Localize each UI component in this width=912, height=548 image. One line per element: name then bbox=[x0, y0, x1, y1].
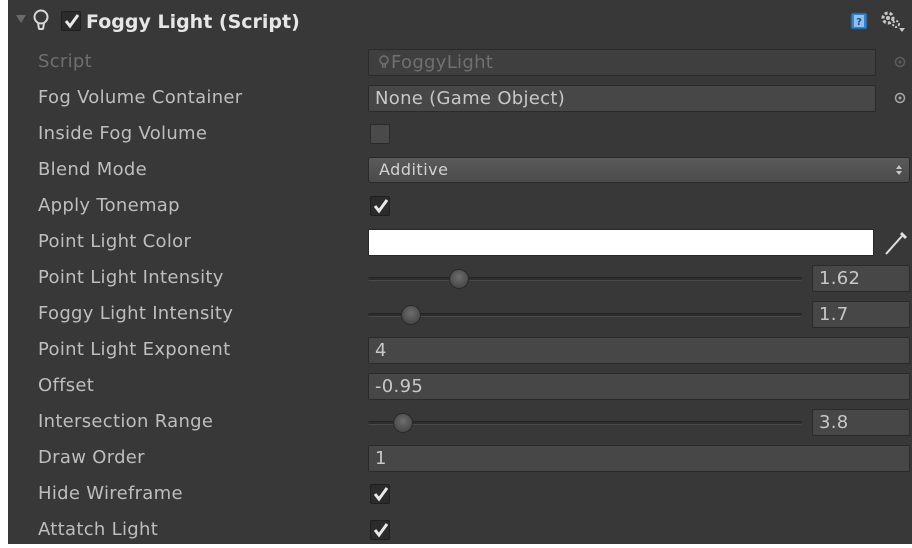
attatch-light-checkbox[interactable] bbox=[370, 520, 390, 540]
blend-mode-value: Additive bbox=[379, 160, 449, 179]
apply-tonemap-checkbox[interactable] bbox=[370, 196, 390, 216]
point-light-intensity-label: Point Light Intensity bbox=[38, 267, 224, 288]
inside-fog-volume-label: Inside Fog Volume bbox=[38, 123, 208, 144]
gear-menu-icon[interactable] bbox=[879, 9, 905, 33]
row-fog-volume-container: Fog Volume Container None (Game Object) bbox=[8, 80, 912, 116]
eyedropper-icon[interactable] bbox=[882, 230, 908, 256]
row-foggy-light-intensity: Foggy Light Intensity 1.7 bbox=[8, 296, 912, 332]
script-field: FoggyLight bbox=[368, 49, 876, 76]
row-inside-fog-volume: Inside Fog Volume bbox=[8, 116, 912, 152]
draw-order-field[interactable]: 1 bbox=[368, 445, 910, 472]
hide-wireframe-checkbox[interactable] bbox=[370, 484, 390, 504]
point-light-intensity-value[interactable]: 1.62 bbox=[812, 265, 910, 292]
triangle-down-icon[interactable] bbox=[16, 14, 26, 24]
point-light-color-label: Point Light Color bbox=[38, 231, 192, 252]
foggy-light-intensity-value[interactable]: 1.7 bbox=[812, 301, 910, 328]
fog-volume-container-label: Fog Volume Container bbox=[38, 87, 243, 108]
script-bulb-icon bbox=[379, 55, 389, 69]
row-point-light-color: Point Light Color bbox=[8, 224, 912, 260]
svg-text:?: ? bbox=[856, 17, 862, 28]
offset-field[interactable]: -0.95 bbox=[368, 373, 910, 400]
fog-volume-container-field[interactable]: None (Game Object) bbox=[368, 85, 876, 112]
row-script: Script FoggyLight bbox=[8, 44, 912, 80]
checkmark-icon bbox=[373, 487, 389, 502]
offset-label: Offset bbox=[38, 375, 95, 396]
checkmark-icon bbox=[64, 14, 80, 29]
inspector-panel: Foggy Light (Script) ? Script FoggyLight bbox=[8, 0, 912, 544]
intersection-range-slider-thumb[interactable] bbox=[392, 413, 413, 433]
blend-mode-label: Blend Mode bbox=[38, 159, 148, 180]
foggy-light-intensity-slider-thumb[interactable] bbox=[401, 305, 422, 325]
point-light-exponent-field[interactable]: 4 bbox=[368, 337, 910, 364]
draw-order-label: Draw Order bbox=[38, 447, 145, 468]
attatch-light-label: Attatch Light bbox=[38, 519, 159, 540]
intersection-range-slider-track[interactable] bbox=[368, 421, 802, 425]
row-intersection-range: Intersection Range 3.8 bbox=[8, 404, 912, 440]
help-book-icon[interactable]: ? bbox=[850, 12, 868, 30]
foggy-light-intensity-label: Foggy Light Intensity bbox=[38, 303, 234, 324]
row-offset: Offset -0.95 bbox=[8, 368, 912, 404]
blend-mode-dropdown[interactable]: Additive bbox=[368, 157, 910, 183]
checkmark-icon bbox=[373, 523, 389, 538]
row-attatch-light: Attatch Light bbox=[8, 512, 912, 548]
point-light-intensity-slider-thumb[interactable] bbox=[449, 269, 470, 289]
dropdown-arrows-icon bbox=[896, 165, 902, 175]
component-header[interactable]: Foggy Light (Script) ? bbox=[8, 0, 912, 44]
row-point-light-exponent: Point Light Exponent 4 bbox=[8, 332, 912, 368]
apply-tonemap-label: Apply Tonemap bbox=[38, 195, 180, 216]
script-label: Script bbox=[38, 51, 93, 72]
row-apply-tonemap: Apply Tonemap bbox=[8, 188, 912, 224]
row-draw-order: Draw Order 1 bbox=[8, 440, 912, 476]
component-title: Foggy Light (Script) bbox=[86, 11, 300, 33]
checkmark-icon bbox=[373, 199, 389, 214]
intersection-range-value[interactable]: 3.8 bbox=[812, 409, 910, 436]
point-light-color-field[interactable] bbox=[368, 229, 874, 256]
point-light-intensity-slider-track[interactable] bbox=[368, 277, 802, 281]
point-light-exponent-label: Point Light Exponent bbox=[38, 339, 231, 360]
object-picker-icon[interactable] bbox=[894, 92, 906, 104]
hide-wireframe-label: Hide Wireframe bbox=[38, 483, 183, 504]
row-hide-wireframe: Hide Wireframe bbox=[8, 476, 912, 512]
script-value: FoggyLight bbox=[391, 52, 494, 73]
component-enabled-checkbox[interactable] bbox=[61, 11, 81, 31]
row-blend-mode: Blend Mode Additive bbox=[8, 152, 912, 188]
foggy-light-intensity-slider-track[interactable] bbox=[368, 313, 802, 317]
intersection-range-label: Intersection Range bbox=[38, 411, 214, 432]
light-bulb-icon bbox=[33, 9, 49, 30]
inside-fog-volume-checkbox[interactable] bbox=[370, 124, 390, 144]
object-picker-icon bbox=[894, 56, 906, 68]
row-point-light-intensity: Point Light Intensity 1.62 bbox=[8, 260, 912, 296]
